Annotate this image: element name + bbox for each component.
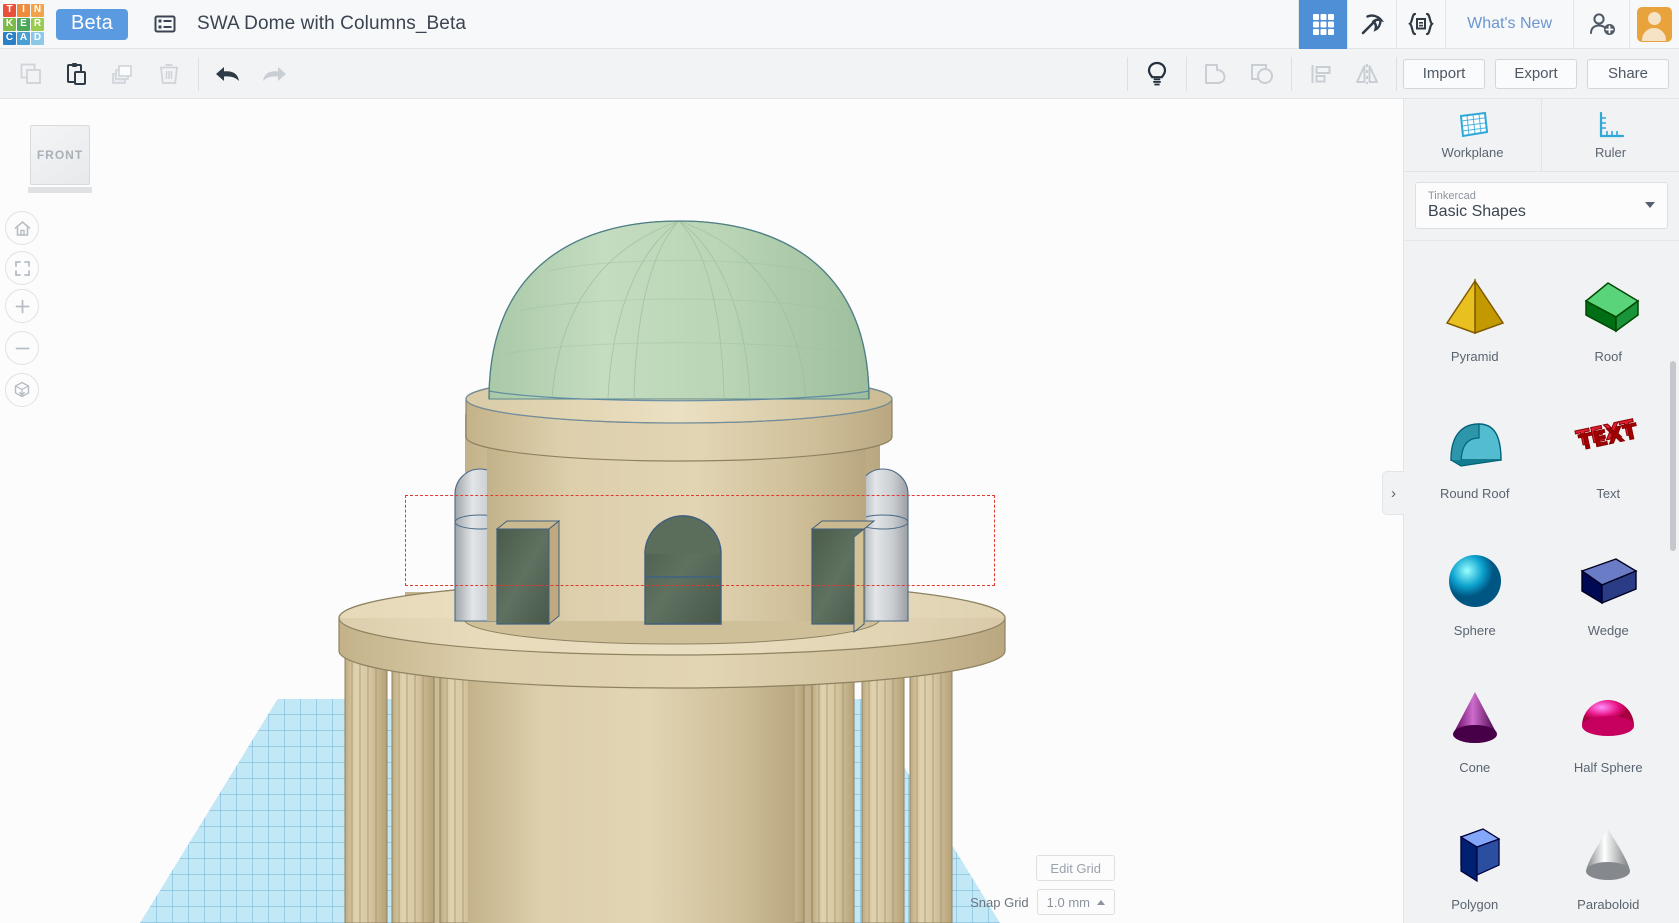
shape-item-paraboloid[interactable]: Paraboloid <box>1542 797 1676 923</box>
model-render[interactable] <box>0 99 1403 923</box>
shape-item-cone[interactable]: Cone <box>1408 660 1542 797</box>
toolbar-divider-4 <box>1291 56 1292 91</box>
paste-button[interactable] <box>54 49 100 99</box>
shape-item-half-sphere[interactable]: Half Sphere <box>1542 660 1676 797</box>
logo-tile-k: K <box>3 17 16 31</box>
shape-item-label: Cone <box>1459 760 1491 775</box>
export-button[interactable]: Export <box>1495 58 1577 89</box>
undo-button[interactable] <box>205 49 251 99</box>
chevron-down-icon <box>1645 202 1655 208</box>
align-button[interactable] <box>1298 49 1344 99</box>
panel-tools-row: Workplane Ruler <box>1404 99 1679 172</box>
pyramid-shape <box>1439 271 1511 343</box>
scrollbar-thumb[interactable] <box>1670 361 1676 551</box>
group-button[interactable] <box>1193 49 1239 99</box>
shape-item-label: Paraboloid <box>1577 897 1640 912</box>
shape-item-sphere[interactable]: Sphere <box>1408 523 1542 660</box>
shape-item-label: Pyramid <box>1450 349 1499 364</box>
grid-controls: Edit Grid Snap Grid 1.0 mm <box>970 855 1115 915</box>
paraboloid-shape <box>1572 819 1644 891</box>
wedge-shape <box>1572 545 1644 617</box>
shape-item-label: Wedge <box>1587 623 1629 638</box>
logo-tile-d: D <box>31 31 44 45</box>
shape-list[interactable]: Pyramid Roof Round Roof TEXT TEXT Text Sphere W… <box>1404 240 1679 923</box>
share-button[interactable]: Share <box>1587 58 1669 89</box>
add-account-icon[interactable] <box>1573 0 1629 49</box>
half-sphere-shape <box>1572 682 1644 754</box>
panel-collapse-button[interactable]: › <box>1382 471 1404 515</box>
workplane-tool[interactable]: Workplane <box>1404 99 1541 171</box>
top-bar: TIN KER CAD Beta SWA Dome with Columns_Bet… <box>0 0 1679 49</box>
toolbar-divider-2 <box>1127 56 1128 91</box>
toolbar-divider <box>198 56 199 91</box>
snap-grid-value: 1.0 mm <box>1046 894 1090 910</box>
delete-button[interactable] <box>146 49 192 99</box>
sphere-shape <box>1439 545 1511 617</box>
shape-item-label: Polygon <box>1451 897 1499 912</box>
shape-item-wedge[interactable]: Wedge <box>1542 523 1676 660</box>
round-roof-shape <box>1439 408 1511 480</box>
toolbar-divider-3 <box>1186 56 1187 91</box>
edit-toolbar: Import Export Share <box>0 49 1679 99</box>
workplane-tool-label: Workplane <box>1441 145 1504 160</box>
snap-grid-select[interactable]: 1.0 mm <box>1036 889 1115 915</box>
3d-viewport[interactable]: FRONT Edit Grid Snap Grid 1.0 mm <box>0 99 1403 923</box>
shape-item-polygon[interactable]: Polygon <box>1408 797 1542 923</box>
logo-tile-n: N <box>31 3 44 17</box>
shape-item-label: Half Sphere <box>1573 760 1643 775</box>
library-category: Tinkercad <box>1428 190 1476 202</box>
shapes-panel: › Workplane Ruler Tinkercad Basic Shapes… <box>1382 99 1679 923</box>
shape-item-text[interactable]: TEXT TEXT Text <box>1542 386 1676 523</box>
roof-shape <box>1572 271 1644 343</box>
mirror-button[interactable] <box>1344 49 1390 99</box>
code-blocks-icon[interactable] <box>1396 0 1445 49</box>
grid-icon[interactable] <box>1298 0 1348 49</box>
shape-item-round-roof[interactable]: Round Roof <box>1408 386 1542 523</box>
pickaxe-icon[interactable] <box>1347 0 1396 49</box>
document-title[interactable]: SWA Dome with Columns_Beta <box>197 13 466 35</box>
shape-item-pyramid[interactable]: Pyramid <box>1408 249 1542 386</box>
shape-item-label: Roof <box>1594 349 1622 364</box>
snap-grid-row: Snap Grid 1.0 mm <box>970 889 1115 915</box>
logo-tile-t: T <box>3 3 16 17</box>
hint-bulb-icon[interactable] <box>1134 49 1180 99</box>
project-list-icon[interactable] <box>152 11 178 37</box>
logo-tile-i: I <box>17 3 30 17</box>
text-shape: TEXT TEXT <box>1572 408 1644 480</box>
toolbar-divider-5 <box>1396 56 1397 91</box>
shape-item-label: Sphere <box>1453 623 1496 638</box>
library-selected: Basic Shapes <box>1428 203 1526 220</box>
shape-item-roof[interactable]: Roof <box>1542 249 1676 386</box>
shape-list-scrollbar[interactable] <box>1669 241 1677 923</box>
duplicate-button[interactable] <box>100 49 146 99</box>
logo-tile-a: A <box>17 31 30 45</box>
ruler-tool[interactable]: Ruler <box>1541 99 1679 171</box>
chevron-up-icon <box>1097 899 1105 905</box>
logo-tile-e: E <box>17 17 30 31</box>
ruler-tool-label: Ruler <box>1594 145 1627 160</box>
shape-library-select[interactable]: Tinkercad Basic Shapes <box>1415 182 1668 229</box>
tinkercad-logo[interactable]: TIN KER CAD <box>3 3 44 45</box>
avatar[interactable] <box>1629 0 1679 49</box>
redo-button[interactable] <box>251 49 297 99</box>
cone-shape <box>1439 682 1511 754</box>
workplane-icon <box>1459 111 1488 138</box>
logo-tile-c: C <box>3 31 16 45</box>
beta-badge[interactable]: Beta <box>56 8 128 40</box>
ruler-icon <box>1599 111 1624 138</box>
snap-grid-label: Snap Grid <box>970 894 1029 910</box>
ungroup-button[interactable] <box>1239 49 1285 99</box>
tinkercad-editor: TIN KER CAD Beta SWA Dome with Columns_Bet… <box>0 0 1679 923</box>
import-button[interactable]: Import <box>1403 58 1485 89</box>
shape-item-label: Text <box>1596 486 1621 501</box>
copy-button[interactable] <box>8 49 54 99</box>
dome-building-model[interactable] <box>0 99 1403 923</box>
edit-grid-button[interactable]: Edit Grid <box>1036 855 1115 881</box>
logo-tile-r: R <box>31 17 44 31</box>
shape-item-label: Round Roof <box>1440 486 1510 501</box>
polygon-shape <box>1439 819 1511 891</box>
whats-new-link[interactable]: What's New <box>1445 0 1573 49</box>
